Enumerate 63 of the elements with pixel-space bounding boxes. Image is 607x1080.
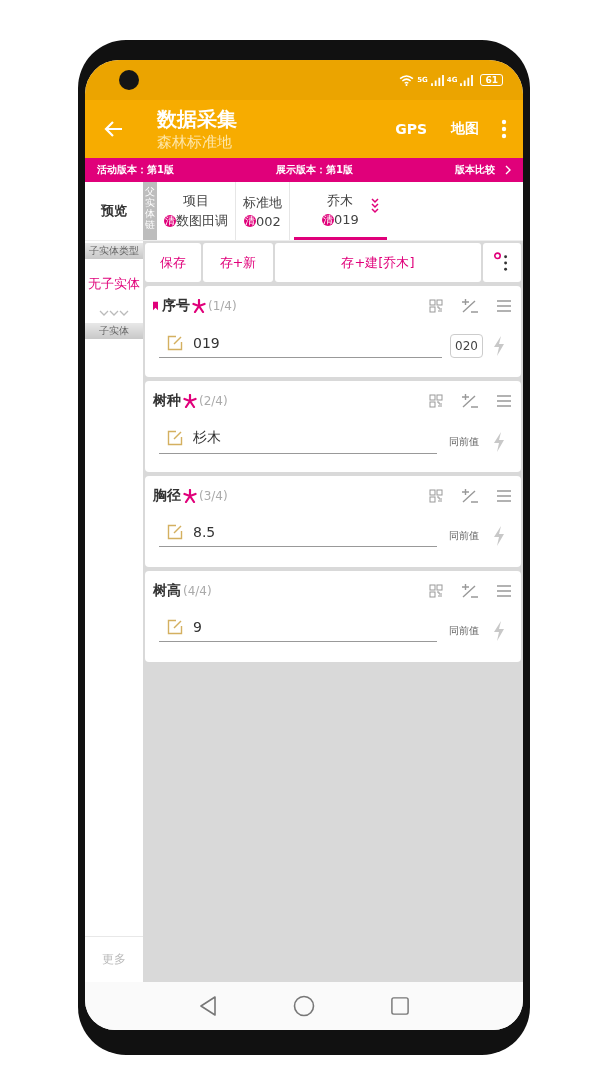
active-version: 活动版本：第1版 [97,163,174,177]
section-label: 子实体 [85,323,143,339]
chevrons-down-icon [99,309,129,317]
edit-icon [167,524,183,540]
back-icon[interactable] [104,119,124,139]
section-label: 子实体类型 [85,243,143,259]
field-position: (4/4) [183,584,212,598]
input-field[interactable]: 8.5 [159,524,437,547]
field-label: 胸径 [153,487,181,505]
edit-icon [167,619,183,635]
plus-minus-icon[interactable] [461,298,479,314]
menu-icon[interactable] [497,300,511,312]
plus-minus-icon[interactable] [461,583,479,599]
lightning-icon[interactable] [493,336,505,356]
action-button[interactable]: 存+建[乔木] [275,243,481,282]
action-button[interactable]: 保存 [145,243,201,282]
recents-icon[interactable] [391,997,409,1015]
signal-icon [460,74,474,86]
input-field[interactable]: 019 [159,334,443,358]
shown-version: 展示版本：第1版 [276,163,353,177]
input-field[interactable]: 杉木 [159,429,437,454]
same-as-previous-button[interactable]: 同前值 [445,528,483,543]
field-label: 树种 [153,392,181,410]
wifi-icon [399,74,415,86]
same-as-previous-button[interactable]: 同前值 [445,434,483,449]
lightning-icon[interactable] [493,431,505,452]
menu-icon[interactable] [497,490,511,502]
screen-title: 数据采集 [157,106,238,133]
menu-icon[interactable] [497,395,511,407]
field-position: (1/4) [208,299,237,313]
field-position: (3/4) [199,489,228,503]
qr-code-icon[interactable] [429,394,443,408]
same-as-previous-button[interactable]: 同前值 [445,623,483,638]
plus-minus-icon[interactable] [461,488,479,504]
field-label: 树高 [153,582,181,600]
options-button[interactable] [483,243,521,282]
field-label: 序号 [162,297,190,315]
compare-link[interactable]: 版本比较 [455,163,495,177]
lightning-icon[interactable] [493,525,505,546]
menu-icon[interactable] [497,585,511,597]
camera-icon [119,70,139,90]
field-position: (2/4) [199,394,228,408]
plus-minus-icon[interactable] [461,393,479,409]
chain-label: 父实体链 [143,182,157,240]
screen-subtitle: 森林标准地 [157,133,233,152]
empty-message: 无子实体 [87,275,141,293]
edit-icon [167,430,183,446]
home-icon[interactable] [293,995,315,1017]
back-nav-icon[interactable] [199,996,217,1016]
qr-code-icon[interactable] [429,489,443,503]
qr-code-icon[interactable] [429,299,443,313]
battery-indicator: 61 [480,74,503,86]
edit-icon [167,334,183,351]
qr-code-icon[interactable] [429,584,443,598]
signal-icon [430,74,444,86]
input-field[interactable]: 9 [159,619,437,642]
action-button[interactable]: 存+新 [203,243,273,282]
chevron-right-icon[interactable] [505,165,511,175]
next-value-button[interactable]: 020 [450,334,483,358]
lightning-icon[interactable] [493,620,505,641]
chevrons-down-icon[interactable] [370,198,379,214]
chain-tab[interactable]: 标准地 清002 [236,182,290,240]
chain-tab[interactable]: 项目 清数图田调 [157,182,236,240]
